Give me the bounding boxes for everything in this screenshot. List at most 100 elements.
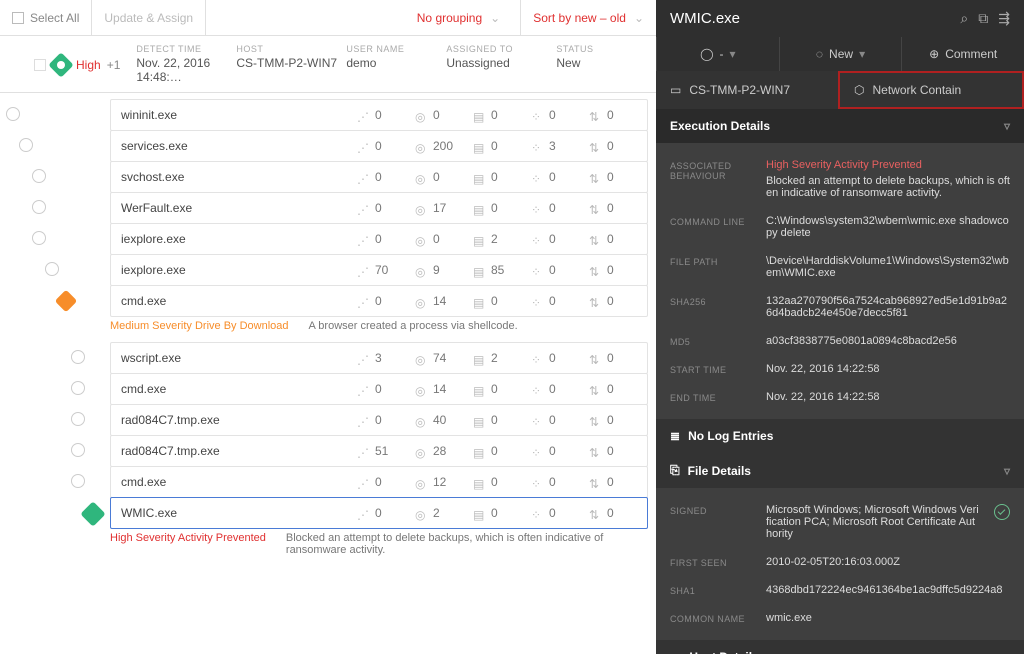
metric-reg: ▤0 xyxy=(473,294,521,308)
process-card[interactable]: cmd.exe⋰0◎14▤0⁘0⇅0 xyxy=(110,373,648,405)
sort-select[interactable]: Sort by new – old ⌄ xyxy=(521,0,656,35)
select-all-button[interactable]: Select All xyxy=(0,0,92,35)
monitor-icon: ▭ xyxy=(670,83,681,97)
execution-details: ASSOCIATED BEHAVIOUR High Severity Activ… xyxy=(656,143,1024,419)
process-row[interactable]: iexplore.exe⋰70◎9▤85⁘0⇅0 xyxy=(0,254,656,286)
behaviour-label: ASSOCIATED BEHAVIOUR xyxy=(670,159,752,181)
metric-icon: ⇅ xyxy=(589,508,603,518)
process-row[interactable]: cmd.exe⋰0◎14▤0⁘0⇅0 xyxy=(0,373,656,405)
metric-net: ⋰70 xyxy=(357,263,405,277)
metric-icon: ⁘ xyxy=(531,234,545,244)
metric-icon: ▤ xyxy=(473,446,487,456)
alert-annotation: Medium Severity Drive By DownloadA brows… xyxy=(110,320,646,332)
process-card[interactable]: iexplore.exe⋰70◎9▤85⁘0⇅0 xyxy=(110,254,648,286)
metric-net: ⋰0 xyxy=(357,139,405,153)
process-row[interactable]: iexplore.exe⋰0◎0▤2⁘0⇅0 xyxy=(0,223,656,255)
common-value: wmic.exe xyxy=(766,612,1010,624)
metric-icon: ▤ xyxy=(473,265,487,275)
main-panel: Select All Update & Assign No grouping ⌄… xyxy=(0,0,656,654)
tree-gutter xyxy=(0,161,110,193)
metric-icon: ▤ xyxy=(473,384,487,394)
metric-net: ⋰0 xyxy=(357,201,405,215)
copy-icon[interactable]: ⧉ xyxy=(978,10,988,27)
process-card[interactable]: WerFault.exe⋰0◎17▤0⁘0⇅0 xyxy=(110,192,648,224)
first-value: 2010-02-05T20:16:03.000Z xyxy=(766,556,1010,568)
exec-head-label: Execution Details xyxy=(670,119,770,133)
process-card[interactable]: WMIC.exe⋰0◎2▤0⁘0⇅0 xyxy=(110,497,648,529)
process-name: services.exe xyxy=(121,139,347,153)
process-card[interactable]: services.exe⋰0◎200▤0⁘3⇅0 xyxy=(110,130,648,162)
metric-icon: ◎ xyxy=(415,141,429,151)
process-row[interactable]: wininit.exe⋰0◎0▤0⁘0⇅0 xyxy=(0,99,656,131)
process-row[interactable]: WMIC.exe⋰0◎2▤0⁘0⇅0 xyxy=(0,497,656,529)
metric-icon: ◎ xyxy=(415,234,429,244)
process-row[interactable]: services.exe⋰0◎200▤0⁘3⇅0 xyxy=(0,130,656,162)
assigned-value: Unassigned xyxy=(446,56,556,70)
tab-user[interactable]: ◯ - ▾ xyxy=(656,37,779,71)
tree-gutter xyxy=(0,99,110,131)
update-assign-button[interactable]: Update & Assign xyxy=(92,0,206,35)
subnav-host[interactable]: ▭ CS-TMM-P2-WIN7 xyxy=(656,71,838,109)
metric-proc: ⁘3 xyxy=(531,139,579,153)
process-card[interactable]: rad084C7.tmp.exe⋰0◎40▤0⁘0⇅0 xyxy=(110,404,648,436)
metric-dns: ⇅0 xyxy=(589,201,637,215)
status-header: STATUS xyxy=(556,44,616,54)
execution-details-header[interactable]: Execution Details ▿ xyxy=(656,109,1024,143)
search-icon[interactable]: ⌕ xyxy=(960,10,968,27)
process-card[interactable]: cmd.exe⋰0◎12▤0⁘0⇅0 xyxy=(110,466,648,498)
host-details-header[interactable]: ▭ Host Details ▵ xyxy=(656,640,1024,654)
behaviour-msg: Blocked an attempt to delete backups, wh… xyxy=(766,175,1010,199)
metric-icon: ◎ xyxy=(415,477,429,487)
metric-disk: ◎17 xyxy=(415,201,463,215)
process-row[interactable]: wscript.exe⋰3◎74▤2⁘0⇅0 xyxy=(0,342,656,374)
process-row[interactable]: rad084C7.tmp.exe⋰51◎28▤0⁘0⇅0 xyxy=(0,435,656,467)
process-card[interactable]: cmd.exe⋰0◎14▤0⁘0⇅0 xyxy=(110,285,648,317)
verified-icon xyxy=(994,504,1010,520)
process-card[interactable]: iexplore.exe⋰0◎0▤2⁘0⇅0 xyxy=(110,223,648,255)
process-row[interactable]: cmd.exe⋰0◎14▤0⁘0⇅0 xyxy=(0,285,656,317)
tab-status[interactable]: ◌ New ▾ xyxy=(779,37,902,71)
tree-icon[interactable]: ⇶ xyxy=(998,10,1010,27)
metric-disk: ◎0 xyxy=(415,232,463,246)
process-card[interactable]: rad084C7.tmp.exe⋰51◎28▤0⁘0⇅0 xyxy=(110,435,648,467)
file-details-header[interactable]: ⎘ File Details ▿ xyxy=(656,453,1024,488)
severity-tag[interactable]: High +1 xyxy=(0,56,120,74)
metric-net: ⋰0 xyxy=(357,108,405,122)
metric-disk: ◎200 xyxy=(415,139,463,153)
tree-gutter xyxy=(0,466,110,498)
process-card[interactable]: svchost.exe⋰0◎0▤0⁘0⇅0 xyxy=(110,161,648,193)
metric-proc: ⁘0 xyxy=(531,444,579,458)
tab-comment-label: Comment xyxy=(945,47,997,61)
process-name: WMIC.exe xyxy=(121,506,347,520)
process-row[interactable]: WerFault.exe⋰0◎17▤0⁘0⇅0 xyxy=(0,192,656,224)
tree-gutter xyxy=(0,435,110,467)
file-head-label: File Details xyxy=(688,464,751,478)
tab-comment[interactable]: ⊕ Comment xyxy=(901,37,1024,71)
start-label: START TIME xyxy=(670,363,752,375)
process-row[interactable]: rad084C7.tmp.exe⋰0◎40▤0⁘0⇅0 xyxy=(0,404,656,436)
metric-net: ⋰0 xyxy=(357,475,405,489)
metric-dns: ⇅0 xyxy=(589,413,637,427)
metric-icon: ⋰ xyxy=(357,141,371,151)
sort-label: Sort by new – old xyxy=(533,11,626,25)
metric-disk: ◎9 xyxy=(415,263,463,277)
process-card[interactable]: wininit.exe⋰0◎0▤0⁘0⇅0 xyxy=(110,99,648,131)
metric-dns: ⇅0 xyxy=(589,170,637,184)
tree-gutter xyxy=(0,192,110,224)
process-name: cmd.exe xyxy=(121,294,347,308)
checkbox-icon[interactable] xyxy=(34,59,46,71)
metric-dns: ⇅0 xyxy=(589,139,637,153)
signed-label: SIGNED xyxy=(670,504,752,516)
grouping-select[interactable]: No grouping ⌄ xyxy=(397,0,521,35)
process-row[interactable]: svchost.exe⋰0◎0▤0⁘0⇅0 xyxy=(0,161,656,193)
metric-reg: ▤2 xyxy=(473,232,521,246)
metric-icon: ⇅ xyxy=(589,384,603,394)
path-label: FILE PATH xyxy=(670,255,752,267)
process-card[interactable]: wscript.exe⋰3◎74▤2⁘0⇅0 xyxy=(110,342,648,374)
subnav-network-contain[interactable]: ⬡ Network Contain xyxy=(838,71,1024,109)
tab-user-label: - xyxy=(720,47,724,61)
severity-plus: +1 xyxy=(107,58,121,72)
process-row[interactable]: cmd.exe⋰0◎12▤0⁘0⇅0 xyxy=(0,466,656,498)
tree-gutter xyxy=(0,497,110,529)
metric-disk: ◎74 xyxy=(415,351,463,365)
